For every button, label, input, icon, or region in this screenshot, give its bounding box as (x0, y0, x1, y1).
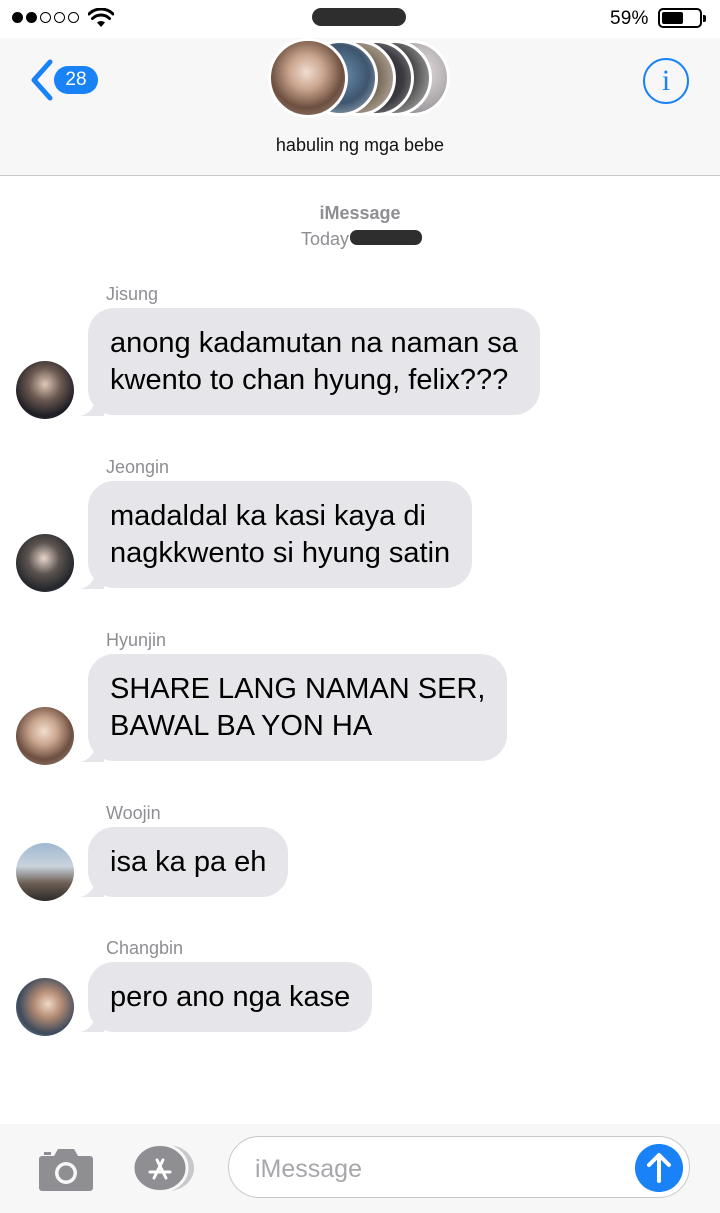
message-line: SHARE LANG NAMAN SER, (110, 673, 486, 705)
send-arrow-icon[interactable] (635, 1144, 683, 1192)
status-bar: 59% (0, 0, 720, 38)
avatar[interactable] (16, 707, 74, 765)
avatar[interactable] (16, 843, 74, 901)
group-avatars[interactable] (268, 38, 468, 118)
message-line: isa ka pa eh (110, 846, 267, 878)
avatar[interactable] (16, 534, 74, 592)
wifi-icon (88, 8, 114, 27)
signal-strength-icon (12, 12, 79, 23)
message-input-placeholder: iMessage (255, 1155, 362, 1183)
group-name[interactable]: habulin ng mga bebe (0, 135, 720, 156)
group-avatar-main (268, 38, 348, 118)
message-line: madaldal ka kasi kaya di (110, 500, 426, 532)
message-input[interactable]: iMessage (228, 1136, 690, 1198)
unread-count-badge[interactable]: 28 (54, 66, 98, 94)
thread-service-label: iMessage (319, 203, 401, 223)
message-bubble[interactable]: SHARE LANG NAMAN SER, BAWAL BA YON HA (88, 654, 508, 761)
sender-name: Woojin (106, 803, 161, 823)
conversation-header: 28 habulin ng mga bebe i (0, 38, 720, 176)
battery-level-fill (662, 12, 683, 24)
battery-percentage: 59% (610, 8, 649, 29)
sender-name: Jisung (106, 284, 159, 304)
message-bubble[interactable]: anong kadamutan na naman sa kwento to ch… (88, 308, 540, 415)
avatar[interactable] (16, 361, 74, 419)
message-line: kwento to chan hyung, felix??? (110, 364, 509, 396)
message-bubble[interactable]: madaldal ka kasi kaya di nagkkwento si h… (88, 481, 473, 588)
camera-icon[interactable] (38, 1146, 94, 1192)
sender-name: Hyunjin (106, 630, 167, 650)
message-bubble[interactable]: isa ka pa eh (88, 827, 289, 897)
message-bubble[interactable]: pero ano nga kase (88, 962, 373, 1032)
sender-name: Changbin (106, 938, 184, 958)
back-chevron-icon (31, 59, 53, 101)
message-line: pero ano nga kase (110, 981, 351, 1013)
app-store-icon[interactable] (130, 1144, 196, 1192)
battery-icon (658, 8, 706, 28)
redacted-time (312, 8, 406, 26)
info-icon[interactable]: i (643, 58, 689, 104)
sender-name: Jeongin (106, 457, 170, 477)
thread-timestamp: Today (301, 229, 350, 249)
message-line: BAWAL BA YON HA (110, 710, 373, 742)
redacted-timestamp (350, 230, 422, 245)
message-line: anong kadamutan na naman sa (110, 327, 518, 359)
message-line: nagkkwento si hyung satin (110, 537, 451, 569)
avatar[interactable] (16, 978, 74, 1036)
composer-bar: iMessage (0, 1124, 720, 1213)
